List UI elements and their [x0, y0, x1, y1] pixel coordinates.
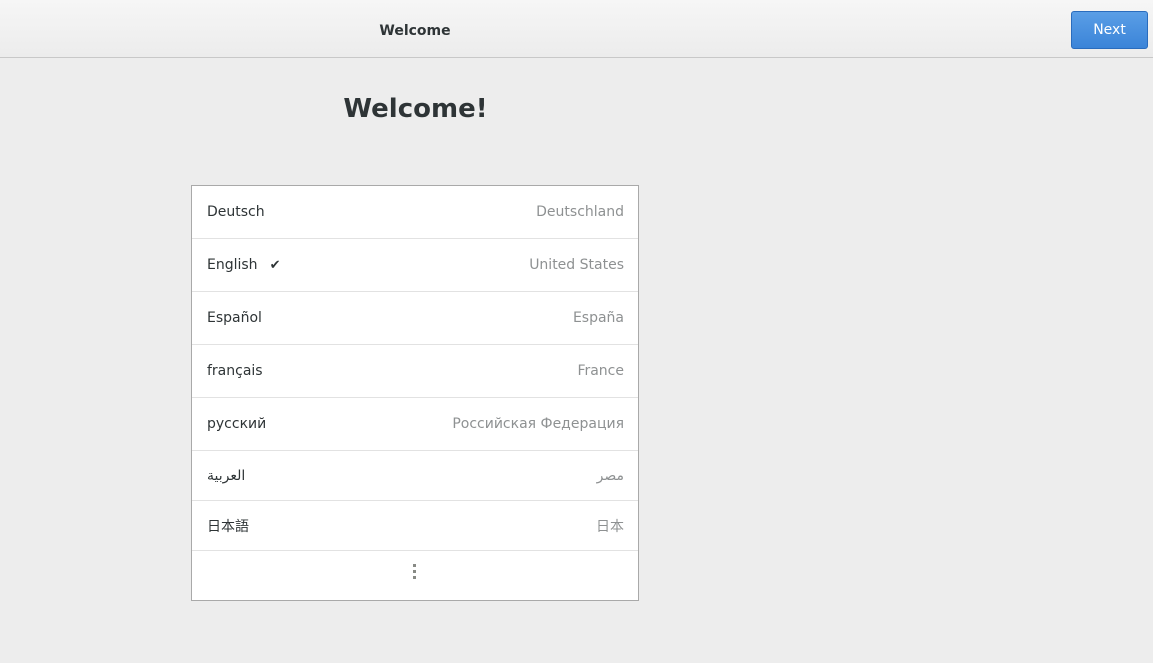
language-row-english[interactable]: English ✔ United States	[192, 239, 638, 292]
header-title: Welcome	[379, 23, 451, 39]
language-row-deutsch[interactable]: Deutsch Deutschland	[192, 186, 638, 239]
language-region: Российская Федерация	[452, 416, 624, 432]
language-name: Español	[207, 310, 262, 326]
language-region: Deutschland	[536, 204, 624, 220]
language-row-japanese[interactable]: 日本語 日本	[192, 501, 638, 551]
page-title: Welcome!	[343, 94, 488, 124]
language-row-russian[interactable]: русский Российская Федерация	[192, 398, 638, 451]
header-bar: Welcome Next	[0, 0, 1153, 58]
language-name: русский	[207, 416, 267, 432]
language-region: France	[577, 363, 624, 379]
language-row-espanol[interactable]: Español España	[192, 292, 638, 345]
language-row-arabic[interactable]: العربية مصر	[192, 451, 638, 501]
more-languages-button[interactable]	[192, 551, 638, 597]
language-name: Deutsch	[207, 204, 265, 220]
language-region: United States	[529, 257, 624, 273]
checkmark-icon: ✔	[269, 257, 281, 273]
initial-setup-window: Welcome Next Welcome! Deutsch Deutschlan…	[0, 0, 1153, 663]
language-list: Deutsch Deutschland English ✔ United Sta…	[191, 185, 639, 601]
language-name: français	[207, 363, 263, 379]
next-button[interactable]: Next	[1071, 11, 1148, 49]
language-row-francais[interactable]: français France	[192, 345, 638, 398]
language-region: مصر	[596, 467, 624, 484]
language-region: España	[572, 310, 624, 326]
vertical-ellipsis-icon	[413, 564, 417, 582]
language-name: العربية	[207, 467, 246, 484]
language-name: 日本語	[207, 518, 249, 535]
language-region: 日本	[596, 518, 624, 535]
language-name: English ✔	[207, 257, 281, 273]
